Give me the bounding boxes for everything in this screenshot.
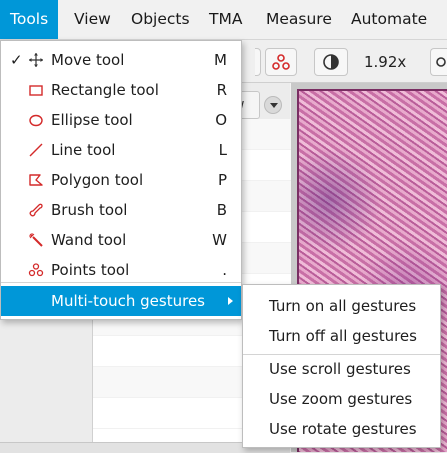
chevron-right-icon bbox=[228, 297, 233, 305]
menu-item-brush-tool[interactable]: Brush tool B bbox=[1, 195, 241, 225]
menu-item-points-tool[interactable]: Points tool . bbox=[1, 255, 241, 285]
rectangle-icon bbox=[29, 85, 43, 96]
menu-item-shortcut: . bbox=[222, 261, 227, 279]
menu-item-shortcut: L bbox=[218, 141, 227, 159]
menu-item-shortcut: B bbox=[216, 201, 227, 219]
menu-item-label: Polygon tool bbox=[51, 171, 144, 189]
menu-bar: Tools View Objects TMA Measure Automate bbox=[0, 0, 447, 40]
submenu-item-use-scroll-gestures[interactable]: Use scroll gestures bbox=[243, 354, 440, 384]
checkmark-icon: ✓ bbox=[10, 51, 23, 69]
submenu-item-turn-off-all-gestures[interactable]: Turn off all gestures bbox=[243, 321, 440, 351]
submenu-item-turn-on-all-gestures[interactable]: Turn on all gestures bbox=[243, 291, 440, 321]
menu-item-label: Points tool bbox=[51, 261, 130, 279]
wand-icon bbox=[29, 233, 43, 247]
menu-view[interactable]: View bbox=[64, 0, 121, 39]
menu-item-move-tool[interactable]: ✓ Move tool M bbox=[1, 45, 241, 75]
menu-item-label: Wand tool bbox=[51, 231, 127, 249]
move-icon bbox=[29, 53, 43, 67]
menu-item-line-tool[interactable]: Line tool L bbox=[1, 135, 241, 165]
gestures-submenu: Turn on all gestures Turn off all gestur… bbox=[242, 284, 441, 448]
settings-icon bbox=[436, 57, 446, 67]
menu-item-rectangle-tool[interactable]: Rectangle tool R bbox=[1, 75, 241, 105]
panel-dropdown-button[interactable] bbox=[264, 96, 282, 114]
toolbar-button-partial-right[interactable] bbox=[430, 48, 447, 76]
menu-objects[interactable]: Objects bbox=[121, 0, 200, 39]
points-icon bbox=[28, 263, 44, 277]
submenu-item-use-rotate-gestures[interactable]: Use rotate gestures bbox=[243, 414, 440, 444]
menu-item-shortcut: R bbox=[216, 81, 227, 99]
menu-item-shortcut: O bbox=[215, 111, 227, 129]
menu-item-shortcut: P bbox=[217, 171, 227, 189]
polygon-icon bbox=[29, 174, 43, 186]
menu-item-label: Multi-touch gestures bbox=[51, 292, 205, 310]
menu-item-label: Move tool bbox=[51, 51, 125, 69]
points-icon bbox=[272, 54, 290, 70]
brush-icon bbox=[29, 203, 43, 217]
menu-item-label: Ellipse tool bbox=[51, 111, 133, 129]
points-tool-button[interactable] bbox=[265, 48, 297, 76]
tools-menu: ✓ Move tool M Rectangle tool R Ellipse t… bbox=[0, 40, 242, 320]
contrast-icon bbox=[323, 54, 339, 70]
toolbar-button-partial[interactable] bbox=[255, 48, 261, 76]
submenu-item-use-zoom-gestures[interactable]: Use zoom gestures bbox=[243, 384, 440, 414]
line-icon bbox=[29, 143, 43, 157]
brightness-contrast-button[interactable] bbox=[314, 48, 348, 76]
menu-item-label: Brush tool bbox=[51, 201, 128, 219]
menu-item-polygon-tool[interactable]: Polygon tool P bbox=[1, 165, 241, 195]
menu-tma[interactable]: TMA bbox=[199, 0, 252, 39]
ellipse-icon bbox=[29, 114, 43, 127]
menu-item-shortcut: M bbox=[214, 51, 227, 69]
menu-item-label: Rectangle tool bbox=[51, 81, 159, 99]
menu-item-multi-touch-gestures[interactable]: Multi-touch gestures bbox=[1, 286, 241, 316]
zoom-level: 1.92x bbox=[364, 53, 407, 71]
menu-tools[interactable]: Tools bbox=[0, 0, 59, 39]
menu-separator bbox=[1, 282, 241, 283]
menu-item-ellipse-tool[interactable]: Ellipse tool O bbox=[1, 105, 241, 135]
menu-item-wand-tool[interactable]: Wand tool W bbox=[1, 225, 241, 255]
menu-automate[interactable]: Automate bbox=[341, 0, 437, 39]
menu-item-label: Line tool bbox=[51, 141, 116, 159]
menu-measure[interactable]: Measure bbox=[256, 0, 342, 39]
menu-item-shortcut: W bbox=[212, 231, 227, 249]
